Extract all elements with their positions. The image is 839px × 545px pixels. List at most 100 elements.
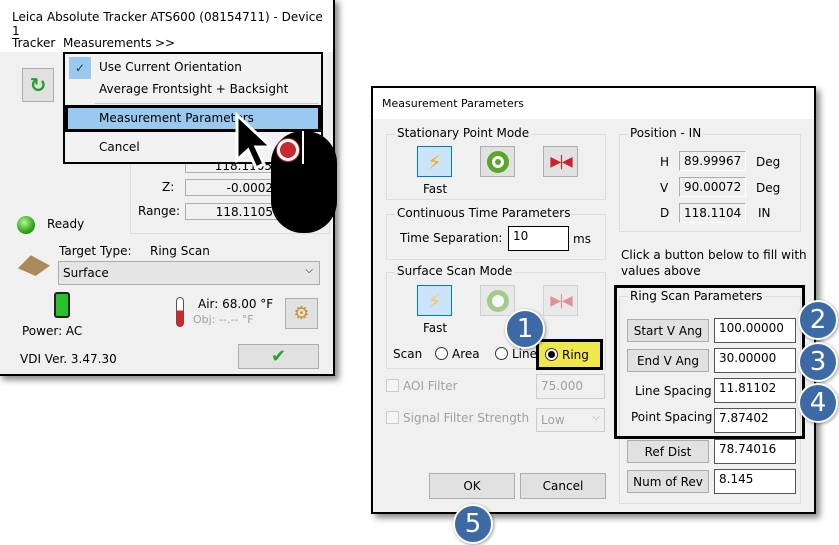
status-text: Ready [47, 217, 85, 231]
hint-line-2: values above [621, 264, 701, 278]
radio-area-label: Area [452, 347, 480, 361]
target-type-value: Ring Scan [150, 244, 210, 258]
cancel-button[interactable]: Cancel [520, 473, 606, 499]
status-led-icon [17, 216, 35, 234]
ok-button[interactable]: OK [429, 473, 515, 499]
num-of-rev-button[interactable]: Num of Rev [627, 470, 709, 493]
lightning-icon: ⚡ [427, 149, 442, 174]
target-type-label: Target Type: [59, 244, 132, 258]
target-icon [486, 289, 509, 312]
radio-area[interactable] [435, 347, 448, 360]
chevron-down-icon: ⌵ [305, 265, 313, 276]
signal-filter-checkbox[interactable] [386, 411, 399, 424]
thermometer-icon [176, 297, 184, 327]
lightning-icon: ⚡ [427, 288, 442, 313]
position-h-value: 89.99967 [679, 151, 746, 171]
stationary-converge-button[interactable]: ▶|◀ [543, 146, 578, 177]
menu-more[interactable]: >> [155, 36, 175, 50]
position-h-unit: Deg [756, 155, 781, 169]
stationary-target-button[interactable] [480, 146, 515, 177]
callout-5: 5 [453, 504, 493, 544]
aoi-filter-checkbox[interactable] [386, 379, 399, 392]
menu-item-average-frontsight-backsight[interactable]: Average Frontsight + Backsight [99, 82, 288, 96]
stationary-fast-label: Fast [423, 182, 448, 196]
mouse-left-click-icon [277, 139, 299, 161]
start-v-ang-button[interactable]: Start V Ang [627, 319, 709, 342]
time-unit: ms [573, 232, 591, 246]
target-select[interactable]: Surface ⌵ [58, 261, 320, 285]
signal-filter-label: Signal Filter Strength [403, 411, 530, 425]
power-status: Power: AC [22, 324, 83, 338]
radio-ring-highlight[interactable]: Ring [536, 339, 603, 370]
surface-fast-label: Fast [423, 321, 448, 335]
menu-tracker[interactable]: Tracker [12, 36, 55, 50]
surface-fast-button[interactable]: ⚡ [417, 285, 452, 316]
ref-dist-button[interactable]: Ref Dist [627, 440, 709, 463]
line-spacing-input[interactable]: 11.81102 [714, 378, 796, 403]
aoi-filter-label: AOI Filter [403, 379, 458, 393]
menu-item-measurement-parameters[interactable]: Measurement Parameters [65, 105, 321, 132]
ref-dist-input[interactable]: 78.74016 [714, 439, 796, 464]
line-spacing-label: Line Spacing [635, 384, 712, 398]
check-icon: ✓ [69, 57, 91, 79]
orientation-button[interactable]: ↻ [22, 68, 54, 102]
target-icon [486, 150, 509, 173]
converge-icon: ▶|◀ [550, 292, 572, 309]
air-temperature: Air: 68.00 °F [198, 297, 274, 311]
refresh-icon: ↻ [29, 73, 47, 97]
menu-separator [95, 103, 319, 104]
position-v-unit: Deg [756, 181, 781, 195]
hint-line-1: Click a button below to fill with [621, 248, 807, 262]
dialog-title-bar: Measurement Parameters [373, 88, 814, 119]
chevron-down-icon: ⌵ [592, 412, 600, 423]
z-label: Z: [162, 180, 175, 194]
menu-item-cancel[interactable]: Cancel [99, 140, 140, 154]
mouse-button-divider [302, 131, 304, 164]
position-v-value: 90.00072 [679, 177, 746, 197]
end-v-ang-input[interactable]: 30.00000 [714, 348, 796, 373]
menu-measurements[interactable]: Measurements [63, 36, 152, 50]
position-v-label: V [660, 181, 669, 195]
window-title: Leica Absolute Tracker ATS600 (08154711)… [12, 10, 323, 38]
end-v-ang-button[interactable]: End V Ang [627, 349, 709, 372]
z-field: -0.0002 [185, 179, 277, 196]
radio-ring-label: Ring [562, 348, 589, 362]
battery-icon [54, 292, 70, 318]
surface-target-button[interactable] [480, 285, 515, 316]
surface-converge-button[interactable]: ▶|◀ [543, 285, 578, 316]
ring-scan-legend: Ring Scan Parameters [628, 289, 765, 303]
position-d-value: 118.1104 [679, 203, 746, 223]
time-separation-input[interactable]: 10 [508, 226, 569, 251]
object-temperature: Obj: --.-- °F [193, 313, 254, 326]
temperature-settings-button[interactable]: ⚙ [285, 298, 318, 329]
callout-3: 3 [798, 342, 838, 382]
signal-filter-select[interactable]: Low ⌵ [536, 408, 605, 432]
radio-line-label: Line [512, 347, 538, 361]
position-d-unit: IN [758, 206, 771, 220]
radio-ring[interactable] [545, 348, 558, 361]
callout-2: 2 [798, 300, 838, 340]
title-bar: Leica Absolute Tracker ATS600 (08154711)… [0, 0, 333, 52]
radio-line[interactable] [495, 347, 508, 360]
point-spacing-input[interactable]: 7.87402 [714, 408, 796, 433]
aoi-filter-input[interactable]: 75.000 [536, 374, 605, 399]
time-separation-label: Time Separation: [400, 231, 503, 245]
gear-icon: ⚙ [293, 303, 310, 324]
position-h-label: H [660, 155, 670, 169]
callout-1: 1 [505, 309, 545, 349]
range-label: Range: [138, 204, 181, 218]
surface-target-icon [18, 255, 50, 276]
converge-icon: ▶|◀ [550, 153, 572, 170]
cursor-icon [235, 112, 275, 171]
measurement-parameters-dialog: Measurement Parameters Stationary Point … [371, 86, 816, 514]
menu-item-use-current-orientation[interactable]: Use Current Orientation [99, 60, 242, 74]
num-of-rev-input[interactable]: 8.145 [714, 469, 796, 494]
start-v-ang-input[interactable]: 100.00000 [714, 318, 796, 343]
scan-label: Scan [393, 347, 423, 361]
stationary-fast-button[interactable]: ⚡ [417, 146, 452, 177]
ok-check-button[interactable]: ✔ [238, 344, 319, 369]
callout-4: 4 [798, 383, 838, 423]
position-d-label: D [660, 206, 670, 220]
range-field: 118.1105 [185, 203, 277, 220]
dialog-title: Measurement Parameters [382, 97, 524, 110]
